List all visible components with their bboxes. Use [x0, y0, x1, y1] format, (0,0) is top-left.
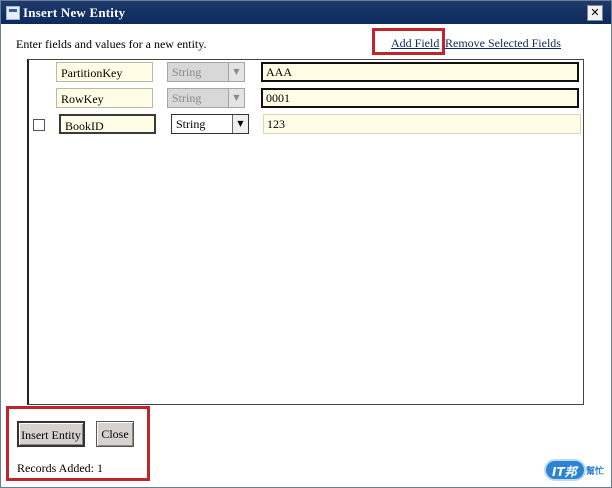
add-field-link[interactable]: Add Field — [391, 36, 439, 51]
window-icon — [6, 6, 20, 20]
close-icon[interactable]: ✕ — [587, 5, 603, 21]
chevron-down-icon[interactable]: ▼ — [232, 115, 248, 133]
field-value-input[interactable]: AAA — [261, 62, 579, 82]
chevron-down-icon: ▼ — [228, 89, 244, 107]
field-value-input[interactable]: 123 — [263, 114, 581, 134]
field-key-input[interactable]: RowKey — [56, 88, 153, 108]
field-select-checkbox[interactable] — [33, 119, 45, 131]
field-type-select: String ▼ — [167, 62, 245, 82]
instructions-text: Enter fields and values for a new entity… — [16, 37, 207, 51]
title-bar[interactable]: Insert New Entity ✕ — [1, 1, 611, 24]
field-type-value: String — [176, 117, 206, 131]
insert-entity-dialog: Insert New Entity ✕ Enter fields and val… — [0, 0, 612, 488]
ithome-logo: IT邦 幫忙 — [544, 458, 604, 482]
fields-panel[interactable]: PartitionKey String ▼ AAA RowKey String … — [27, 59, 584, 405]
field-key-input[interactable]: PartitionKey — [56, 62, 153, 82]
records-added-status: Records Added: 1 — [17, 461, 103, 475]
chevron-down-icon: ▼ — [228, 63, 244, 81]
field-row-partitionkey: PartitionKey String ▼ AAA — [29, 62, 583, 86]
field-value-input[interactable]: 0001 — [261, 88, 579, 108]
logo-text: IT邦 — [552, 465, 577, 479]
field-type-select: String ▼ — [167, 88, 245, 108]
field-row-bookid: BookID String ▼ 123 — [29, 114, 583, 138]
field-type-value: String — [172, 91, 202, 105]
close-button[interactable]: Close — [96, 421, 134, 447]
logo-subtext: 幫忙 — [586, 467, 605, 477]
field-key-input[interactable]: BookID — [59, 114, 156, 134]
field-type-value: String — [172, 65, 202, 79]
remove-selected-fields-link[interactable]: Remove Selected Fields — [445, 36, 561, 51]
logo-bubble: IT邦 — [544, 459, 586, 481]
window-title: Insert New Entity — [23, 5, 126, 20]
field-row-rowkey: RowKey String ▼ 0001 — [29, 88, 583, 112]
field-type-select[interactable]: String ▼ — [171, 114, 249, 134]
insert-entity-button[interactable]: Insert Entity — [17, 421, 85, 447]
